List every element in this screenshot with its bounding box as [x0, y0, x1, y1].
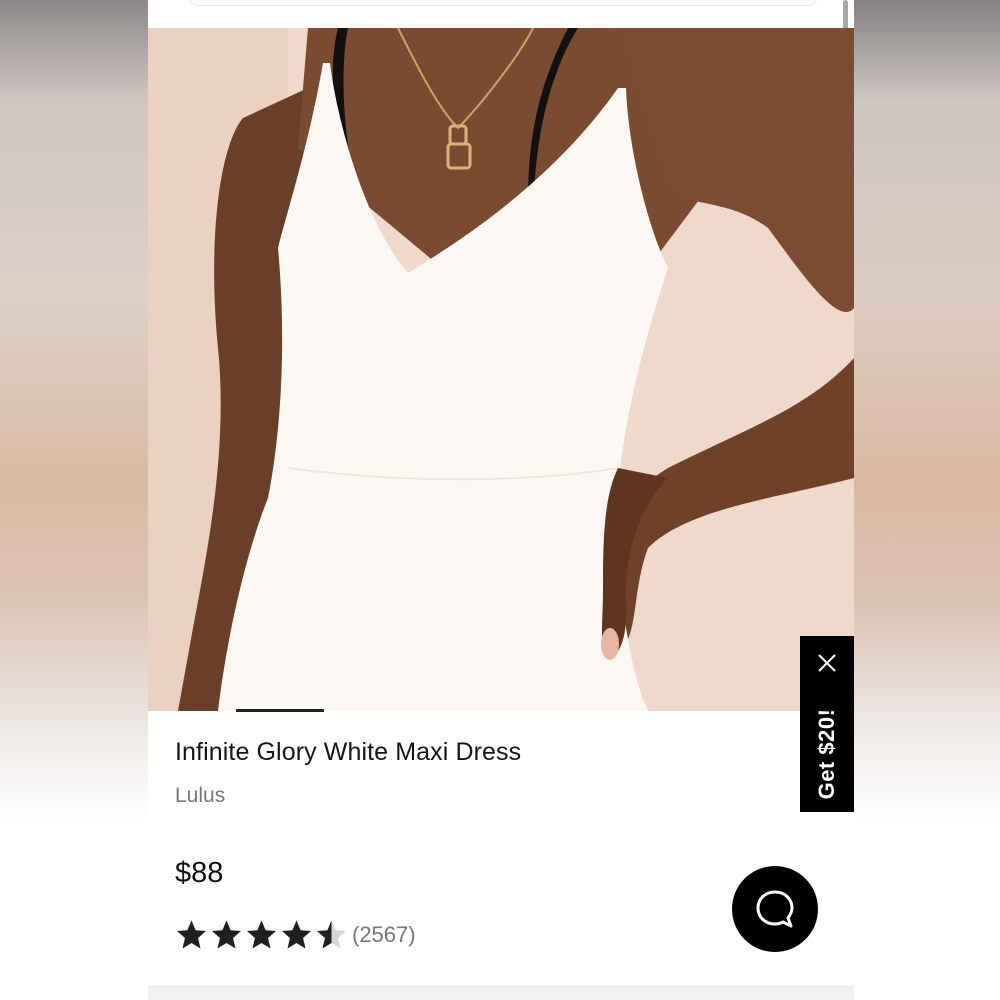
star-full-icon — [177, 920, 206, 949]
promo-label[interactable]: Get $20! — [814, 709, 840, 800]
star-full-icon — [247, 920, 276, 949]
product-brand[interactable]: Lulus — [175, 784, 225, 808]
star-half-icon — [317, 920, 346, 949]
product-title[interactable]: Infinite Glory White Maxi Dress — [175, 738, 521, 767]
product-image[interactable] — [148, 28, 854, 711]
promo-tab[interactable]: Get $20! — [800, 636, 854, 812]
search-bar[interactable] — [188, 0, 818, 6]
chat-button[interactable] — [732, 866, 818, 952]
close-icon[interactable] — [814, 650, 840, 676]
bottom-divider — [148, 986, 854, 1000]
rating-stars — [175, 919, 348, 951]
review-count[interactable]: (2567) — [352, 922, 416, 948]
viewport: Infinite Glory White Maxi Dress Lulus $8… — [0, 0, 1000, 1000]
top-bar — [148, 0, 854, 40]
product-page: Infinite Glory White Maxi Dress Lulus $8… — [148, 0, 854, 1000]
product-price: $88 — [175, 857, 224, 889]
product-info: Infinite Glory White Maxi Dress Lulus $8… — [148, 712, 854, 1000]
star-full-icon — [212, 920, 241, 949]
product-photo-illustration — [148, 28, 854, 711]
product-rating[interactable]: (2567) — [175, 918, 416, 952]
chat-bubble-icon — [756, 890, 794, 928]
blurred-background-right — [854, 0, 1000, 1000]
blurred-background-left — [0, 0, 148, 1000]
star-full-icon — [282, 920, 311, 949]
